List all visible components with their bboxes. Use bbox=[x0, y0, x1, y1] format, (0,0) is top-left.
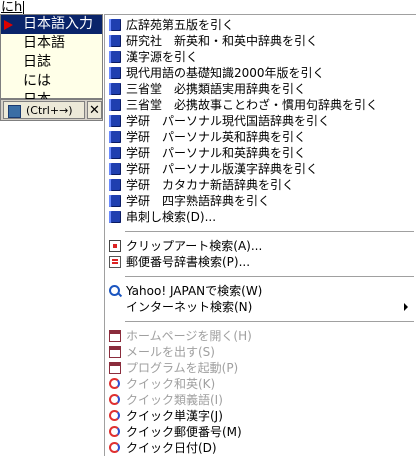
menu-item[interactable]: クイック単漢字(J) bbox=[105, 408, 416, 424]
quick-icon bbox=[109, 410, 120, 421]
book-icon bbox=[109, 115, 121, 127]
menu-item[interactable]: 郵便番号辞書検索(P)... bbox=[105, 254, 416, 270]
candidate-item-4[interactable]: には bbox=[1, 72, 102, 91]
candidate-item-3[interactable]: 日誌 bbox=[1, 53, 102, 72]
expand-candidates-label: (Ctrl+→) bbox=[26, 104, 73, 117]
book-icon bbox=[109, 51, 121, 63]
menu-item[interactable]: 現代用語の基礎知識2000年版を引く bbox=[105, 65, 416, 81]
menu-item[interactable]: 漢字源を引く bbox=[105, 49, 416, 65]
menu-item-label: クイック日付(D) bbox=[126, 441, 217, 455]
menu-item[interactable]: 広辞苑第五版を引く bbox=[105, 17, 416, 33]
quick-icon bbox=[109, 394, 120, 405]
window-icon bbox=[109, 362, 121, 374]
menu-item-label: 学研 四字熟語辞典を引く bbox=[126, 194, 271, 208]
candidate-label: 日誌 bbox=[23, 54, 51, 70]
book-icon bbox=[109, 163, 121, 175]
menu-item-label: 学研 パーソナル現代国語辞典を引く bbox=[126, 114, 331, 128]
candidate-window: 日本語入力 日本語 日誌 には 日本 bbox=[0, 14, 103, 108]
quick-icon bbox=[109, 442, 120, 453]
book-icon bbox=[109, 67, 121, 79]
menu-item[interactable]: 学研 カタカナ新語辞典を引く bbox=[105, 177, 416, 193]
menu-item-label: インターネット検索(N) bbox=[126, 300, 253, 314]
candidate-list-icon bbox=[8, 105, 21, 118]
candidate-label: 日本語 bbox=[23, 35, 65, 51]
menu-item-label: クリップアート検索(A)... bbox=[126, 239, 263, 253]
menu-item-label: クイック単漢字(J) bbox=[126, 409, 223, 423]
menu-separator bbox=[125, 276, 414, 277]
web-search-icon bbox=[109, 285, 120, 296]
menu-item[interactable]: 学研 パーソナル版漢字辞典を引く bbox=[105, 161, 416, 177]
book-icon bbox=[109, 99, 121, 111]
window-icon bbox=[109, 346, 121, 358]
text-caret bbox=[23, 0, 25, 15]
menu-item[interactable]: 学研 四字熟語辞典を引く bbox=[105, 193, 416, 209]
menu-item[interactable]: 学研 パーソナル和英辞典を引く bbox=[105, 145, 416, 161]
menu-separator bbox=[125, 321, 414, 322]
menu-item-label: 学研 パーソナル和英辞典を引く bbox=[126, 146, 307, 160]
menu-item-label: 広辞苑第五版を引く bbox=[126, 18, 235, 32]
candidate-label: には bbox=[23, 73, 51, 89]
menu-item: クイック和英(K) bbox=[105, 376, 416, 392]
menu-item-label: 学研 パーソナル英和辞典を引く bbox=[126, 130, 307, 144]
clipart-icon bbox=[109, 240, 121, 252]
menu-separator bbox=[125, 231, 414, 232]
menu-item[interactable]: 三省堂 必携類語実用辞典を引く bbox=[105, 81, 416, 97]
menu-item-label: 郵便番号辞書検索(P)... bbox=[126, 255, 251, 269]
menu-item-label: クイック類義語(I) bbox=[126, 393, 223, 407]
menu-item-label: 三省堂 必携類語実用辞典を引く bbox=[126, 82, 307, 96]
book-icon bbox=[109, 35, 121, 47]
candidate-item-1[interactable]: 日本語入力 bbox=[1, 15, 102, 34]
menu-item[interactable]: 串刺し検索(D)... bbox=[105, 209, 416, 225]
menu-item-label: 学研 パーソナル版漢字辞典を引く bbox=[126, 162, 319, 176]
menu-item-label: クイック和英(K) bbox=[126, 377, 216, 391]
composition-text: にh bbox=[1, 0, 23, 15]
candidate-item-2[interactable]: 日本語 bbox=[1, 34, 102, 53]
submenu-arrow-icon bbox=[404, 303, 408, 311]
book-icon bbox=[109, 211, 121, 223]
menu-item[interactable]: Yahoo! JAPANで検索(W) bbox=[105, 283, 416, 299]
book-icon bbox=[109, 179, 121, 191]
menu-item[interactable]: インターネット検索(N) bbox=[105, 299, 416, 315]
window-icon bbox=[109, 330, 121, 342]
quick-icon bbox=[109, 378, 120, 389]
candidate-toolbar: (Ctrl+→) ✕ bbox=[0, 99, 103, 121]
menu-item[interactable]: 三省堂 必携故事ことわざ・慣用句辞典を引く bbox=[105, 97, 416, 113]
menu-item[interactable]: 研究社 新英和・和英中辞典を引く bbox=[105, 33, 416, 49]
menu-item[interactable]: クリップアート検索(A)... bbox=[105, 238, 416, 254]
menu-item-label: プログラムを起動(P) bbox=[126, 361, 239, 375]
menu-item: クイック類義語(I) bbox=[105, 392, 416, 408]
menu-item-label: ホームページを開く(H) bbox=[126, 329, 252, 343]
menu-item[interactable]: 学研 パーソナル英和辞典を引く bbox=[105, 129, 416, 145]
menu-item: プログラムを起動(P) bbox=[105, 360, 416, 376]
book-icon bbox=[109, 131, 121, 143]
book-icon bbox=[109, 195, 121, 207]
menu-item[interactable]: クイック日付(D) bbox=[105, 440, 416, 456]
close-candidates-button[interactable]: ✕ bbox=[87, 101, 102, 119]
book-icon bbox=[109, 83, 121, 95]
menu-item-label: メールを出す(S) bbox=[126, 345, 215, 359]
quick-icon bbox=[109, 426, 120, 437]
menu-item-label: 三省堂 必携故事ことわざ・慣用句辞典を引く bbox=[126, 98, 379, 112]
selection-arrow-icon bbox=[4, 20, 13, 30]
menu-item: ホームページを開く(H) bbox=[105, 328, 416, 344]
book-icon bbox=[109, 147, 121, 159]
menu-item[interactable]: 学研 パーソナル現代国語辞典を引く bbox=[105, 113, 416, 129]
expand-candidates-button[interactable]: (Ctrl+→) bbox=[3, 101, 85, 119]
menu-item[interactable]: クイック郵便番号(M) bbox=[105, 424, 416, 440]
menu-item-label: Yahoo! JAPANで検索(W) bbox=[126, 284, 263, 298]
candidate-label: 日本語入力 bbox=[23, 16, 93, 32]
menu-item-label: 漢字源を引く bbox=[126, 50, 199, 64]
menu-item-label: クイック郵便番号(M) bbox=[126, 425, 242, 439]
menu-item-label: 現代用語の基礎知識2000年版を引く bbox=[126, 66, 325, 80]
postal-icon bbox=[109, 256, 121, 268]
menu-item-label: 研究社 新英和・和英中辞典を引く bbox=[126, 34, 319, 48]
menu-item-label: 学研 カタカナ新語辞典を引く bbox=[126, 178, 295, 192]
menu-item-label: 串刺し検索(D)... bbox=[126, 210, 217, 224]
menu-item: メールを出す(S) bbox=[105, 344, 416, 360]
book-icon bbox=[109, 19, 121, 31]
context-menu: 広辞苑第五版を引く研究社 新英和・和英中辞典を引く 漢字源を引く現代用語の基礎知識… bbox=[104, 14, 416, 456]
